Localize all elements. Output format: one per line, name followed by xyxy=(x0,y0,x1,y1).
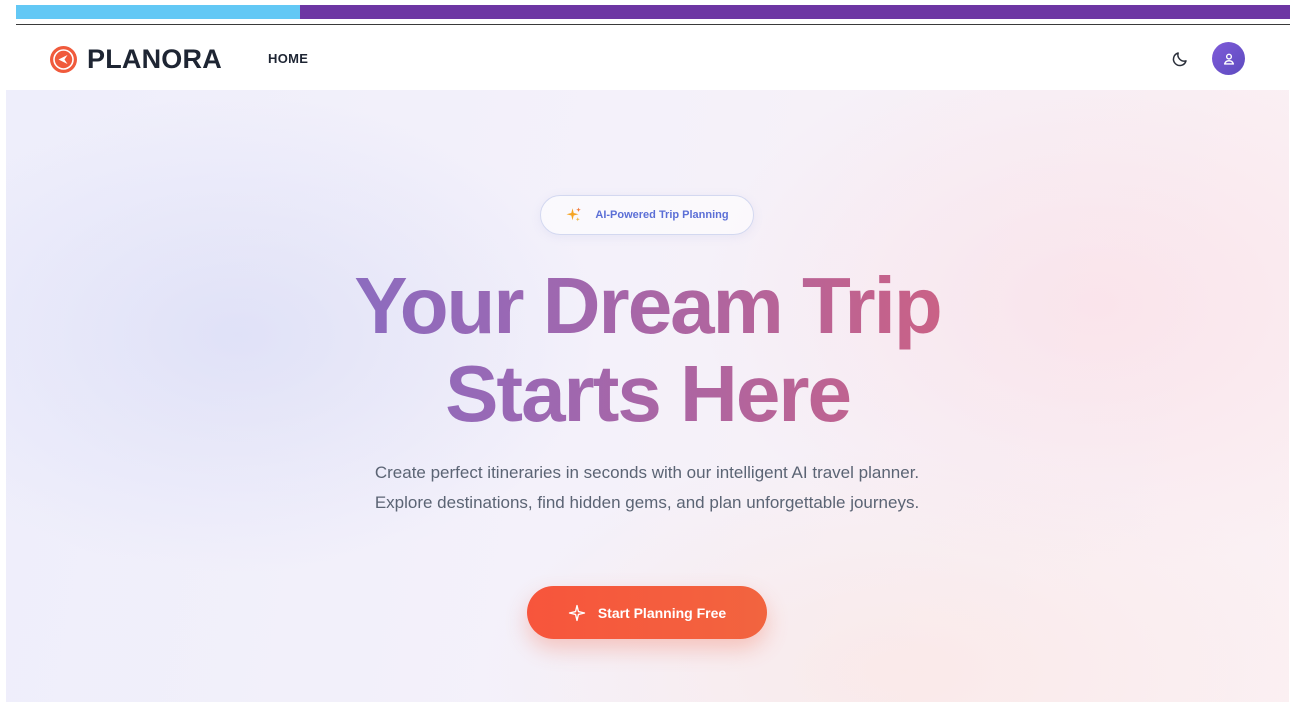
sparkle-icon xyxy=(568,604,586,622)
brand-name: PLANORA xyxy=(87,44,222,74)
hero-headline: Your Dream Trip Starts Here xyxy=(6,262,1289,438)
moon-icon[interactable] xyxy=(1168,47,1192,71)
user-avatar-button[interactable] xyxy=(1212,42,1245,75)
hero-section: AI-Powered Trip Planning Your Dream Trip… xyxy=(6,90,1289,702)
start-planning-button[interactable]: Start Planning Free xyxy=(527,586,767,639)
feature-badge: AI-Powered Trip Planning xyxy=(540,195,754,235)
divider xyxy=(16,24,1290,25)
headline-line-1: Your Dream Trip xyxy=(6,262,1289,350)
sparkles-icon xyxy=(565,206,583,224)
navbar: PLANORA HOME xyxy=(0,26,1290,90)
brand-logo[interactable]: PLANORA xyxy=(50,44,222,75)
hero-subtitle: Create perfect itineraries in seconds wi… xyxy=(374,463,920,512)
top-progress-bar xyxy=(16,5,1290,19)
nav-link-home[interactable]: HOME xyxy=(268,51,308,66)
top-bar-segment-light xyxy=(16,5,300,19)
badge-label: AI-Powered Trip Planning xyxy=(595,209,729,221)
compass-arrow-icon xyxy=(50,46,77,73)
start-planning-label: Start Planning Free xyxy=(597,604,727,621)
headline-line-2: Starts Here xyxy=(6,350,1289,438)
user-icon xyxy=(1222,52,1236,66)
top-bar-segment-dark xyxy=(300,5,1290,19)
